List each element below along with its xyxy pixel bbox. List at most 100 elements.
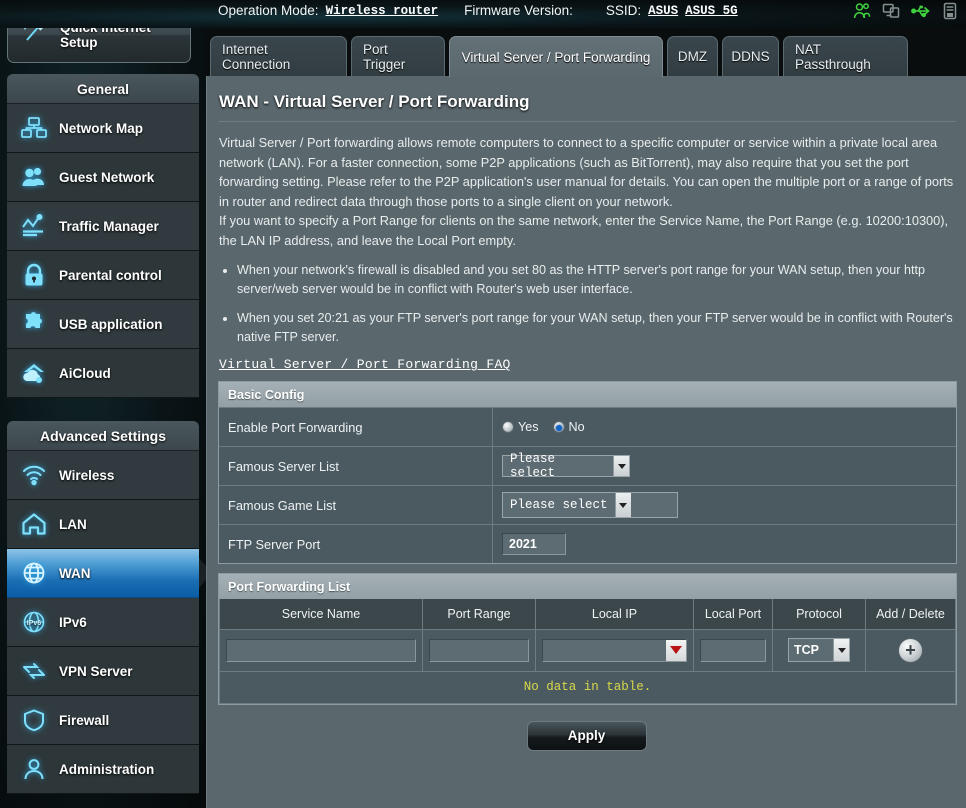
local-port-input[interactable] bbox=[700, 638, 766, 662]
service-name-input[interactable] bbox=[226, 638, 416, 662]
radio-yes-dot bbox=[502, 421, 514, 433]
table-input-row: TCP + bbox=[219, 628, 956, 672]
sidebar-item-aicloud[interactable]: AiCloud bbox=[7, 349, 199, 398]
apply-button[interactable]: Apply bbox=[526, 720, 647, 751]
radio-no-label: No bbox=[568, 420, 585, 434]
usb-icon[interactable] bbox=[911, 2, 931, 20]
protocol-value: TCP bbox=[794, 643, 819, 657]
radio-yes-label: Yes bbox=[518, 420, 539, 434]
column-service-name: Service Name bbox=[219, 599, 423, 630]
ssid-value-5g[interactable]: ASUS_5G bbox=[685, 4, 738, 18]
port-forwarding-list-section: Port Forwarding List Service Name Port R… bbox=[218, 573, 957, 705]
sidebar-item-traffic-manager[interactable]: Traffic Manager bbox=[7, 202, 199, 251]
column-protocol: Protocol bbox=[772, 599, 866, 630]
operation-mode-value[interactable]: Wireless router bbox=[326, 4, 439, 18]
ssid-value-24g[interactable]: ASUS bbox=[648, 4, 678, 18]
sidebar-item-wan[interactable]: WAN bbox=[7, 549, 212, 598]
protocol-select[interactable]: TCP bbox=[788, 638, 850, 662]
sidebar-item-network-map[interactable]: Network Map bbox=[7, 104, 199, 153]
status-icon-group bbox=[853, 2, 958, 20]
sidebar-item-label: AiCloud bbox=[59, 365, 111, 381]
sidebar-item-wireless[interactable]: Wireless bbox=[7, 451, 199, 500]
port-range-input[interactable] bbox=[429, 638, 529, 662]
home-icon bbox=[18, 512, 50, 536]
radio-enable-no[interactable]: No bbox=[552, 420, 585, 434]
local-ip-select[interactable] bbox=[542, 638, 687, 662]
ftp-server-port-input[interactable]: 2021 bbox=[502, 533, 566, 555]
ftp-server-port-label: FTP Server Port bbox=[219, 525, 493, 563]
sidebar-general-menu: Network Map Guest Network Traffic Manage… bbox=[7, 104, 199, 398]
sidebar-item-label: Traffic Manager bbox=[59, 218, 159, 234]
tab-nat-passthrough[interactable]: NAT Passthrough bbox=[783, 36, 908, 76]
chevron-down-icon bbox=[613, 456, 629, 476]
ipv6-icon: IPv6 bbox=[18, 610, 50, 634]
lock-icon bbox=[18, 263, 50, 287]
port-forwarding-table: Service Name Port Range Local IP Local P… bbox=[219, 599, 956, 672]
faq-link[interactable]: Virtual Server / Port Forwarding FAQ bbox=[219, 357, 966, 372]
radio-enable-yes[interactable]: Yes bbox=[502, 420, 539, 434]
sidebar-item-label: Administration bbox=[59, 761, 155, 777]
person-icon bbox=[18, 757, 50, 781]
sidebar: Quick Internet Setup General Network Map bbox=[0, 0, 212, 808]
content-panel: WAN - Virtual Server / Port Forwarding V… bbox=[206, 76, 966, 808]
cell-protocol: TCP bbox=[772, 628, 866, 672]
sidebar-item-usb-application[interactable]: USB application bbox=[7, 300, 199, 349]
sidebar-item-label: Wireless bbox=[59, 467, 115, 483]
sidebar-item-guest-network[interactable]: Guest Network bbox=[7, 153, 199, 202]
tab-internet-connection[interactable]: Internet Connection bbox=[210, 36, 347, 76]
page-description-1: Virtual Server / Port forwarding allows … bbox=[219, 135, 954, 209]
row-ftp-server-port: FTP Server Port 2021 bbox=[219, 524, 956, 563]
notes-list: When your network's firewall is disabled… bbox=[237, 261, 954, 346]
sidebar-item-ipv6[interactable]: IPv6 IPv6 bbox=[7, 598, 199, 647]
basic-config-title: Basic Config bbox=[219, 382, 956, 407]
page-description-2: If you want to specify a Port Range for … bbox=[219, 213, 949, 248]
sidebar-item-parental-control[interactable]: Parental control bbox=[7, 251, 199, 300]
chevron-down-icon bbox=[666, 639, 686, 661]
famous-server-list-select[interactable]: Please select bbox=[502, 452, 630, 480]
sidebar-item-lan[interactable]: LAN bbox=[7, 500, 199, 549]
tab-ddns[interactable]: DDNS bbox=[722, 36, 779, 76]
enable-port-forwarding-label: Enable Port Forwarding bbox=[219, 408, 493, 446]
guest-network-icon bbox=[18, 165, 50, 189]
table-header-row: Service Name Port Range Local IP Local P… bbox=[219, 599, 956, 630]
famous-server-list-label: Famous Server List bbox=[219, 447, 493, 485]
top-status-bar: Operation Mode: Wireless router Firmware… bbox=[0, 0, 966, 28]
empty-table-message: No data in table. bbox=[219, 671, 956, 704]
sidebar-item-administration[interactable]: Administration bbox=[7, 745, 199, 794]
sidebar-item-label: Parental control bbox=[59, 267, 162, 283]
famous-game-list-select[interactable]: Please select bbox=[502, 492, 678, 518]
sidebar-item-firewall[interactable]: Firewall bbox=[7, 696, 199, 745]
page-title: WAN - Virtual Server / Port Forwarding bbox=[219, 92, 530, 111]
row-enable-port-forwarding: Enable Port Forwarding Yes No bbox=[219, 407, 956, 446]
tab-dmz[interactable]: DMZ bbox=[667, 36, 718, 76]
network-map-icon bbox=[18, 116, 50, 140]
tab-bar: Internet Connection Port Trigger Virtual… bbox=[206, 36, 966, 77]
cell-port-range bbox=[422, 628, 536, 672]
clients-icon[interactable] bbox=[853, 2, 871, 20]
printer-icon[interactable] bbox=[942, 2, 958, 20]
vpn-icon bbox=[18, 659, 50, 683]
column-add-delete: Add / Delete bbox=[865, 599, 956, 630]
basic-config-section: Basic Config Enable Port Forwarding Yes … bbox=[218, 381, 957, 564]
monitors-icon[interactable] bbox=[882, 2, 900, 20]
tab-virtual-server-port-forwarding[interactable]: Virtual Server / Port Forwarding bbox=[449, 36, 663, 77]
operation-mode-label: Operation Mode: bbox=[218, 3, 319, 18]
cell-add-delete: + bbox=[865, 628, 956, 672]
list-item: When your network's firewall is disabled… bbox=[237, 261, 954, 298]
tab-port-trigger[interactable]: Port Trigger bbox=[351, 36, 445, 76]
sidebar-item-label: IPv6 bbox=[59, 614, 87, 630]
sidebar-section-general: General bbox=[7, 74, 199, 104]
title-divider bbox=[219, 121, 956, 122]
sidebar-item-label: WAN bbox=[59, 565, 91, 581]
port-forwarding-list-title: Port Forwarding List bbox=[219, 574, 956, 599]
chevron-down-icon bbox=[833, 639, 849, 661]
add-rule-button[interactable]: + bbox=[898, 637, 923, 663]
sidebar-item-label: Network Map bbox=[59, 120, 144, 136]
list-item: When you set 20:21 as your FTP server's … bbox=[237, 309, 954, 346]
svg-text:IPv6: IPv6 bbox=[27, 620, 42, 627]
sidebar-section-advanced: Advanced Settings bbox=[7, 421, 199, 451]
cell-service-name bbox=[219, 628, 423, 672]
sidebar-item-vpn-server[interactable]: VPN Server bbox=[7, 647, 199, 696]
radio-no-dot bbox=[552, 421, 565, 433]
sidebar-item-label: VPN Server bbox=[59, 663, 133, 679]
